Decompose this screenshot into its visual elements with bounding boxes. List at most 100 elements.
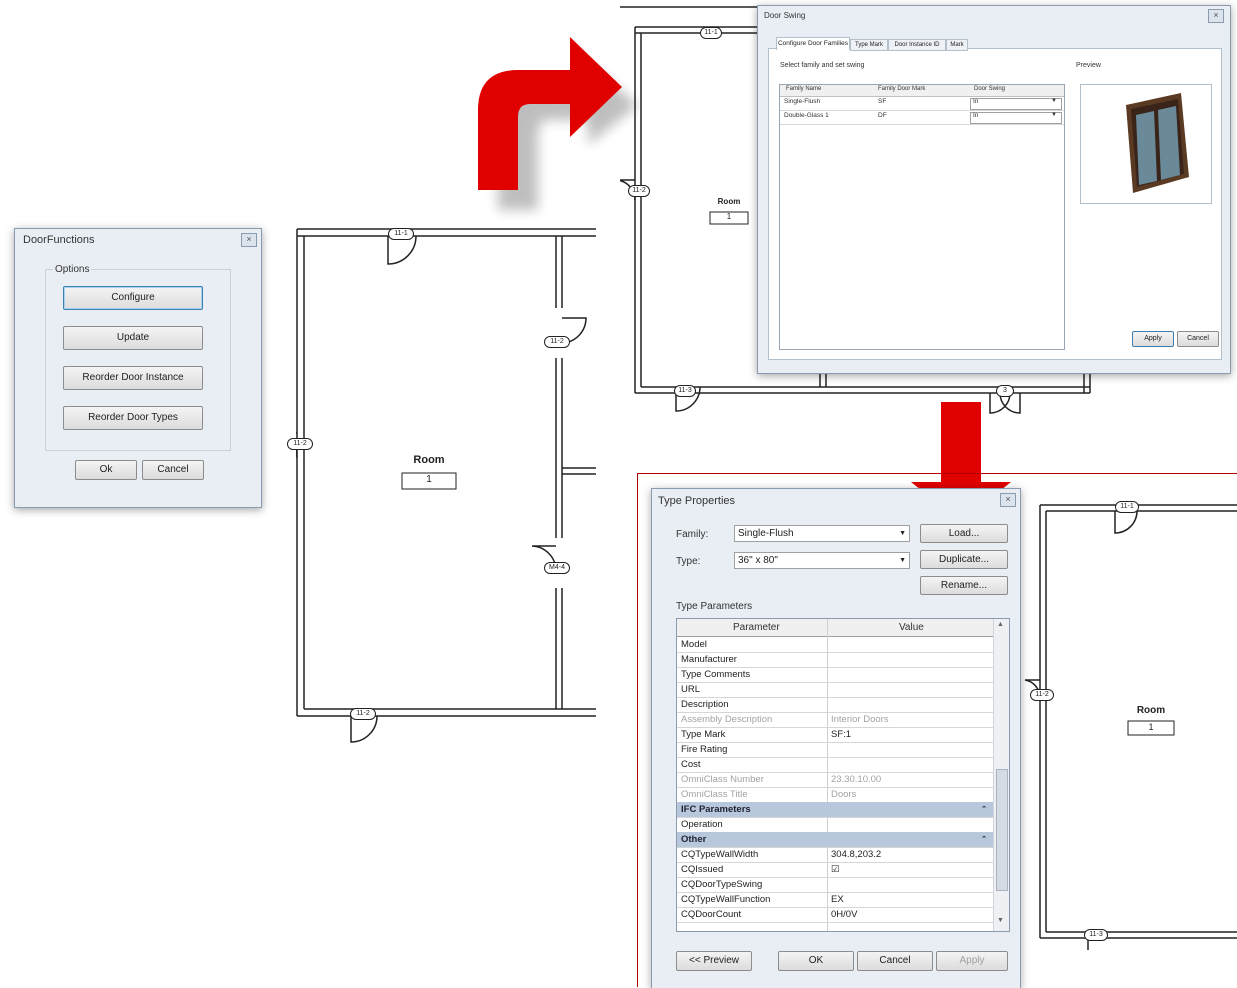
- door-tag: 11-2: [544, 336, 570, 348]
- cancel-button[interactable]: Cancel: [142, 460, 204, 480]
- update-button[interactable]: Update: [63, 326, 203, 350]
- room-number: 1: [726, 212, 732, 221]
- tab-type-mark[interactable]: Type Mark: [850, 39, 888, 51]
- scroll-up-icon[interactable]: ▲: [997, 621, 1004, 628]
- reorder-door-types-button[interactable]: Reorder Door Types: [63, 406, 203, 430]
- tab-door-instance-id[interactable]: Door Instance ID: [888, 39, 946, 51]
- parameter-name-cell: Cost: [681, 759, 701, 770]
- close-icon[interactable]: ×: [1000, 493, 1016, 507]
- configure-button[interactable]: Configure: [63, 286, 203, 310]
- parameter-name-cell: Description: [681, 699, 729, 710]
- grid-header: [677, 619, 993, 637]
- table-row[interactable]: Cost: [677, 757, 993, 773]
- room-label: Room: [1136, 705, 1166, 716]
- parameter-name-cell: Model: [681, 639, 707, 650]
- parameter-value-cell[interactable]: Interior Doors: [831, 712, 889, 727]
- table-row[interactable]: CQIssued ☑: [677, 862, 993, 878]
- table-row[interactable]: Description: [677, 697, 993, 713]
- table-row[interactable]: URL: [677, 682, 993, 698]
- apply-button[interactable]: Apply: [1132, 331, 1174, 347]
- table-row[interactable]: Model: [677, 637, 993, 653]
- ok-button[interactable]: OK: [778, 951, 854, 971]
- options-label: Options: [53, 264, 92, 275]
- parameter-name-cell: Fire Rating: [681, 744, 728, 755]
- parameter-group-header[interactable]: Other ⌃: [677, 832, 993, 848]
- swing-select[interactable]: [970, 112, 1062, 124]
- table-row[interactable]: CQTypeWallWidth 304.8,203.2: [677, 847, 993, 863]
- parameter-name-cell: Type Comments: [681, 669, 751, 680]
- parameter-name-cell: Operation: [681, 819, 723, 830]
- table-row[interactable]: CQDoorTypeSwing: [677, 877, 993, 893]
- chevron-down-icon: ▼: [899, 530, 906, 537]
- close-icon[interactable]: ×: [241, 233, 257, 247]
- cancel-button[interactable]: Cancel: [1177, 331, 1219, 347]
- parameter-group-header[interactable]: IFC Parameters ⌃: [677, 802, 993, 818]
- door-functions-dialog: DoorFunctions × Options Configure Update…: [14, 228, 262, 508]
- chevron-down-icon: ▼: [1051, 98, 1057, 104]
- collapse-icon[interactable]: ⌃: [981, 832, 987, 847]
- curved-arrow-graphic: [478, 37, 638, 210]
- floor-plan-main: 11-1 11-2 11-2 M4-4 11-2 Room 1: [287, 228, 596, 743]
- chevron-down-icon: ▼: [899, 557, 906, 564]
- table-row[interactable]: CQDoorCount 0H/0V: [677, 907, 993, 923]
- parameter-name-cell: CQIssued: [681, 864, 724, 875]
- table-row[interactable]: Type Comments: [677, 667, 993, 683]
- table-row[interactable]: Operation: [677, 817, 993, 833]
- parameter-name-cell: Assembly Description: [681, 714, 773, 725]
- parameter-value-cell[interactable]: ☑: [831, 862, 840, 877]
- dialog-title: Type Properties: [658, 495, 736, 507]
- duplicate-button[interactable]: Duplicate...: [920, 550, 1008, 569]
- tab-configure-door-families[interactable]: Configure Door Families: [776, 37, 850, 50]
- table-row[interactable]: CQTypeWallFunction EX: [677, 892, 993, 908]
- families-grid: Family Name Family Door Mark Door Swing …: [779, 84, 1065, 350]
- cancel-button[interactable]: Cancel: [857, 951, 933, 971]
- load-button[interactable]: Load...: [920, 524, 1008, 543]
- table-row[interactable]: Fire Rating: [677, 742, 993, 758]
- door-tag: 11-2: [287, 438, 313, 450]
- scroll-down-icon[interactable]: ▼: [997, 917, 1004, 924]
- instruction-text: Select family and set swing: [780, 62, 865, 69]
- column-header: Family Door Mark: [878, 86, 926, 92]
- reorder-door-instance-button[interactable]: Reorder Door Instance: [63, 366, 203, 390]
- floor-plan-type-props-bg: 11-1 11-2 11-3 Room 1: [1020, 500, 1237, 950]
- collapse-icon[interactable]: ⌃: [981, 802, 987, 817]
- parameter-name-cell: CQTypeWallWidth: [681, 849, 759, 860]
- parameter-value-cell[interactable]: Doors: [831, 787, 856, 802]
- column-header: Parameter: [733, 622, 780, 633]
- tab-mark[interactable]: Mark: [946, 39, 968, 51]
- ok-button[interactable]: Ok: [75, 460, 137, 480]
- family-value: Single-Flush: [738, 528, 794, 539]
- preview-button[interactable]: << Preview: [676, 951, 752, 971]
- table-row[interactable]: Assembly Description Interior Doors: [677, 712, 993, 728]
- family-mark-cell: SF: [878, 98, 887, 105]
- parameter-name-cell: Other: [681, 834, 707, 845]
- parameter-value-cell[interactable]: 304.8,203.2: [831, 847, 881, 862]
- parameter-name-cell: Manufacturer: [681, 654, 737, 665]
- table-row[interactable]: OmniClass Number 23.30.10.00: [677, 772, 993, 788]
- parameter-value-cell[interactable]: SF:1: [831, 727, 851, 742]
- chevron-down-icon: ▼: [1051, 112, 1057, 118]
- parameter-value-cell[interactable]: 23.30.10.00: [831, 772, 881, 787]
- type-select[interactable]: 36" x 80" ▼: [734, 552, 910, 569]
- parameter-value-cell[interactable]: EX: [831, 892, 844, 907]
- close-icon[interactable]: ×: [1208, 9, 1224, 23]
- parameter-name-cell: OmniClass Title: [681, 789, 748, 800]
- column-header: Value: [899, 622, 924, 633]
- parameter-name-cell: CQDoorCount: [681, 909, 742, 920]
- parameters-grid: Parameter Value Model Manufacturer Type Co…: [676, 618, 1010, 932]
- door-tag: 11-3: [1084, 929, 1108, 941]
- parameter-name-cell: CQDoorTypeSwing: [681, 879, 763, 890]
- rename-button[interactable]: Rename...: [920, 576, 1008, 595]
- swing-select[interactable]: [970, 98, 1062, 110]
- apply-button[interactable]: Apply: [936, 951, 1008, 971]
- family-mark-cell: DF: [878, 112, 887, 119]
- door-tag: 11-2: [628, 185, 650, 197]
- table-row[interactable]: Manufacturer: [677, 652, 993, 668]
- family-select[interactable]: Single-Flush ▼: [734, 525, 910, 542]
- door-tag: M4-4: [544, 562, 570, 574]
- table-row[interactable]: OmniClass Title Doors: [677, 787, 993, 803]
- scrollbar[interactable]: ▲ ▼: [993, 619, 1009, 931]
- parameter-value-cell[interactable]: 0H/0V: [831, 907, 857, 922]
- scroll-thumb[interactable]: [996, 769, 1008, 891]
- table-row[interactable]: Type Mark SF:1: [677, 727, 993, 743]
